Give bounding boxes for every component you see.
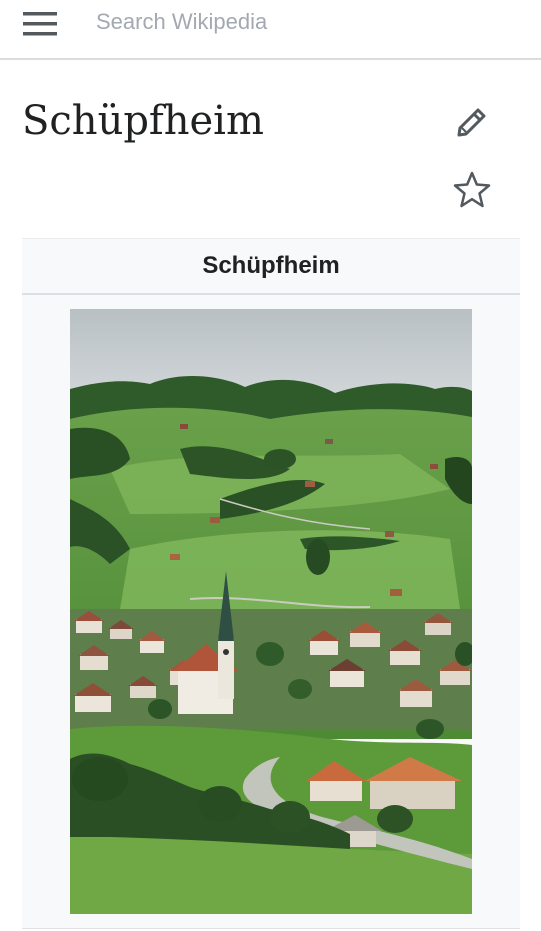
infobox-image[interactable] (70, 309, 472, 914)
infobox-title: Schüpfheim (22, 239, 520, 295)
page-title: Schüpfheim (22, 98, 264, 144)
pencil-icon[interactable] (450, 98, 494, 142)
top-toolbar (0, 0, 541, 60)
hamburger-menu-icon[interactable] (22, 7, 58, 43)
star-outline-icon[interactable] (450, 168, 494, 212)
search-input[interactable] (96, 8, 516, 36)
divider (22, 928, 520, 929)
infobox: Schüpfheim (22, 238, 520, 929)
